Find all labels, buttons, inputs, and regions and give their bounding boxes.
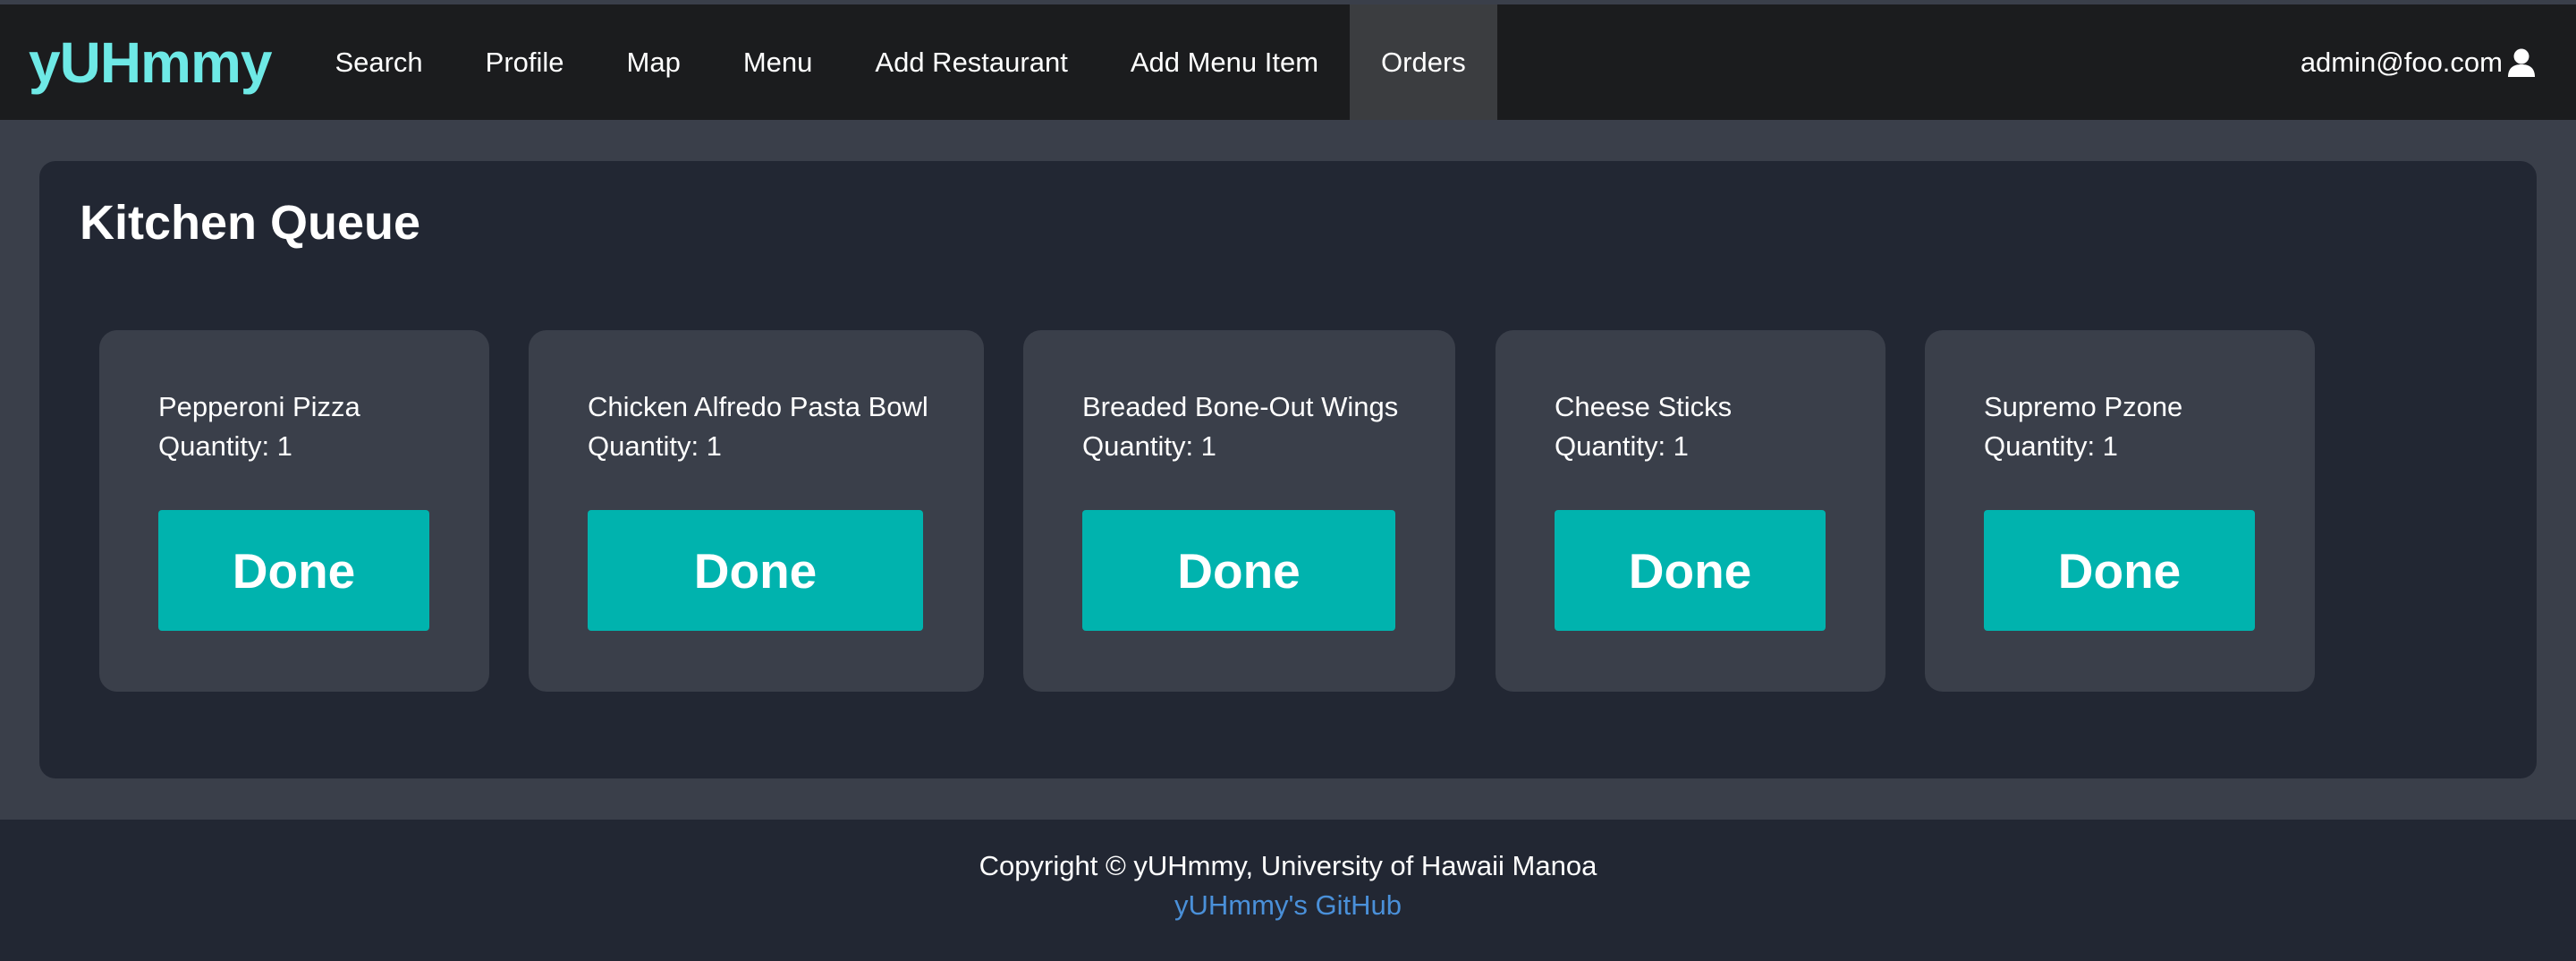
done-button[interactable]: Done — [1082, 510, 1395, 631]
footer: Copyright © yUHmmy, University of Hawaii… — [0, 820, 2576, 961]
brand-logo[interactable]: yUHmmy — [0, 4, 303, 120]
order-card: Pepperoni Pizza Quantity: 1 Done — [99, 330, 489, 692]
nav-item-profile[interactable]: Profile — [454, 4, 596, 120]
nav-menu: Search Profile Map Menu Add Restaurant A… — [303, 4, 1497, 120]
user-icon — [2506, 47, 2537, 78]
order-quantity: Quantity: 1 — [1984, 430, 2118, 462]
order-item-name: Breaded Bone-Out Wings — [1082, 391, 1399, 422]
done-button[interactable]: Done — [588, 510, 923, 631]
order-quantity: Quantity: 1 — [158, 430, 292, 462]
nav-item-search[interactable]: Search — [303, 4, 453, 120]
order-card: Supremo Pzone Quantity: 1 Done — [1925, 330, 2315, 692]
nav-item-add-restaurant[interactable]: Add Restaurant — [843, 4, 1098, 120]
order-item-name: Chicken Alfredo Pasta Bowl — [588, 391, 928, 422]
order-item-name: Cheese Sticks — [1555, 391, 1733, 422]
nav-item-orders[interactable]: Orders — [1350, 4, 1497, 120]
user-email: admin@foo.com — [2300, 46, 2503, 78]
order-card: Cheese Sticks Quantity: 1 Done — [1496, 330, 1885, 692]
page-title: Kitchen Queue — [80, 196, 421, 250]
order-item-name: Pepperoni Pizza — [158, 391, 360, 422]
order-item-name: Supremo Pzone — [1984, 391, 2183, 422]
nav-item-add-menu-item[interactable]: Add Menu Item — [1099, 4, 1350, 120]
order-quantity: Quantity: 1 — [588, 430, 722, 462]
order-quantity: Quantity: 1 — [1555, 430, 1689, 462]
github-link[interactable]: yUHmmy's GitHub — [0, 889, 2576, 922]
done-button[interactable]: Done — [158, 510, 429, 631]
copyright-text: Copyright © yUHmmy, University of Hawaii… — [979, 850, 1597, 881]
done-button[interactable]: Done — [1984, 510, 2255, 631]
nav-item-menu[interactable]: Menu — [712, 4, 844, 120]
top-navbar: yUHmmy Search Profile Map Menu Add Resta… — [0, 0, 2576, 120]
user-dropdown[interactable]: admin@foo.com — [2301, 4, 2576, 120]
kitchen-queue-panel: Kitchen Queue Pepperoni Pizza Quantity: … — [39, 161, 2537, 778]
done-button[interactable]: Done — [1555, 510, 1826, 631]
order-quantity: Quantity: 1 — [1082, 430, 1216, 462]
order-card: Chicken Alfredo Pasta Bowl Quantity: 1 D… — [529, 330, 984, 692]
nav-item-map[interactable]: Map — [596, 4, 712, 120]
order-card: Breaded Bone-Out Wings Quantity: 1 Done — [1023, 330, 1455, 692]
